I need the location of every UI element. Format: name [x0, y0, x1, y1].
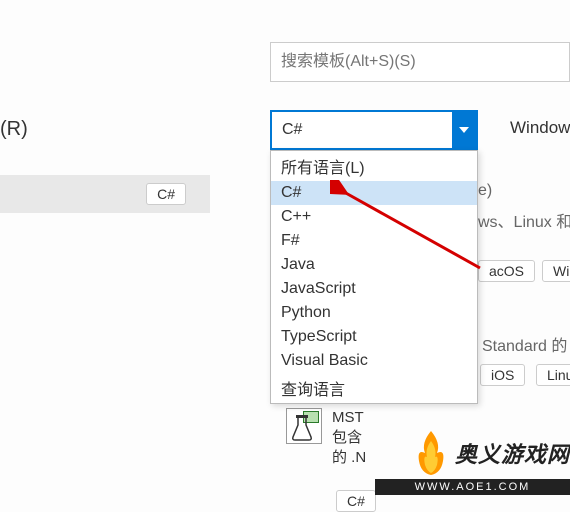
flask-icon [286, 408, 322, 444]
chevron-down-icon[interactable] [452, 112, 476, 148]
dropdown-item[interactable]: Python [271, 301, 477, 325]
dropdown-item[interactable]: TypeScript [271, 325, 477, 349]
language-dropdown: 所有语言(L)C#C++F#JavaJavaScriptPythonTypeSc… [270, 150, 478, 404]
left-panel: (R) C# [0, 0, 210, 505]
recent-item-row[interactable]: C# [0, 175, 210, 213]
dropdown-item[interactable]: Java [271, 253, 477, 277]
recent-label: (R) [0, 118, 28, 141]
dropdown-item[interactable]: 查询语言 [271, 373, 477, 403]
template-text: MST 包含 的 .N [332, 408, 366, 468]
flame-icon [411, 429, 451, 477]
bg-text: e) [478, 182, 492, 200]
template-desc-1: 包含 [332, 428, 366, 448]
dropdown-item[interactable]: JavaScript [271, 277, 477, 301]
dropdown-item[interactable]: C# [271, 181, 477, 205]
bg-text: ws、Linux 和 [478, 208, 570, 232]
watermark: 奥义游戏网 WWW.AOE1.COM [375, 429, 570, 495]
dropdown-item[interactable]: C++ [271, 205, 477, 229]
tag-ios: iOS [480, 364, 525, 386]
template-title: MST [332, 408, 366, 428]
platform-select-label[interactable]: Window [510, 118, 570, 138]
dropdown-item[interactable]: Visual Basic [271, 349, 477, 373]
template-item-mst[interactable]: MST 包含 的 .N [286, 408, 366, 468]
watermark-url: WWW.AOE1.COM [375, 479, 570, 495]
watermark-text: 奥义游戏网 [455, 437, 570, 469]
dropdown-item[interactable]: F# [271, 229, 477, 253]
language-select-value: C# [272, 121, 452, 139]
tag-windows: Wi [542, 260, 570, 282]
bg-text: Standard 的 [482, 332, 567, 356]
tag-linux: Linu [536, 364, 570, 386]
tag-csharp: C# [336, 490, 376, 512]
dropdown-item[interactable]: 所有语言(L) [271, 151, 477, 181]
template-desc-2: 的 .N [332, 448, 366, 468]
language-select[interactable]: C# [270, 110, 478, 150]
tag-csharp: C# [146, 183, 186, 205]
tag-macos: acOS [478, 260, 535, 282]
search-input[interactable] [270, 42, 570, 82]
